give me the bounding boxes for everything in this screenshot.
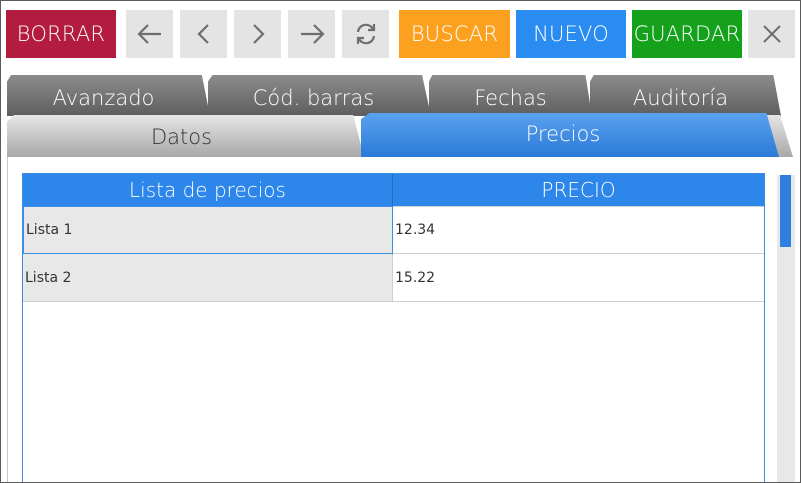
- guardar-button[interactable]: GUARDAR: [632, 10, 742, 58]
- refresh-icon: [354, 22, 378, 46]
- tab-auditoria[interactable]: Auditoría: [590, 75, 781, 116]
- tab-label: Auditoría: [632, 85, 729, 110]
- tab-label: Precios: [525, 122, 601, 146]
- close-icon: [762, 24, 782, 44]
- cell-precio[interactable]: 15.22: [393, 254, 764, 302]
- tab-fechas[interactable]: Fechas: [429, 75, 592, 116]
- refresh-button[interactable]: [342, 10, 389, 58]
- next-record-button[interactable]: [234, 10, 281, 58]
- scrollbar-thumb[interactable]: [780, 175, 791, 247]
- tab-label: Fechas: [474, 85, 547, 110]
- cell-lista[interactable]: Lista 1: [23, 206, 393, 254]
- chevron-left-icon: [196, 23, 212, 45]
- tab-content-precios: Lista de precios PRECIO Lista 1 12.34 Li…: [7, 157, 796, 482]
- borrar-button[interactable]: BORRAR: [6, 10, 116, 58]
- cell-precio[interactable]: 12.34: [393, 206, 764, 254]
- buscar-button[interactable]: BUSCAR: [399, 10, 510, 58]
- first-record-button[interactable]: [126, 10, 173, 58]
- price-list-grid: Lista de precios PRECIO Lista 1 12.34 Li…: [22, 173, 765, 482]
- tab-cod-barras[interactable]: Cód. barras: [208, 75, 431, 116]
- chevron-right-icon: [250, 23, 266, 45]
- vertical-scrollbar[interactable]: [777, 175, 795, 482]
- borrar-label: BORRAR: [16, 22, 106, 46]
- buscar-label: BUSCAR: [410, 22, 499, 46]
- table-row[interactable]: Lista 2 15.22: [23, 254, 764, 302]
- guardar-label: GUARDAR: [633, 22, 741, 46]
- tab-precios[interactable]: Precios: [361, 113, 779, 157]
- tab-avanzado[interactable]: Avanzado: [7, 75, 210, 116]
- close-button[interactable]: [748, 10, 795, 58]
- nuevo-button[interactable]: NUEVO: [516, 10, 626, 58]
- tab-datos[interactable]: Datos: [7, 115, 364, 157]
- window-frame: BORRAR BUSCAR NUEVO GUARDAR Avanzado Cód…: [0, 0, 801, 483]
- last-record-button[interactable]: [288, 10, 335, 58]
- column-header-label: PRECIO: [541, 178, 616, 202]
- column-header-lista[interactable]: Lista de precios: [23, 174, 393, 206]
- nuevo-label: NUEVO: [533, 22, 609, 46]
- previous-record-button[interactable]: [180, 10, 227, 58]
- arrow-left-icon: [136, 23, 163, 45]
- table-row[interactable]: Lista 1 12.34: [23, 206, 764, 254]
- arrow-right-icon: [299, 23, 325, 45]
- tab-label: Cód. barras: [252, 85, 375, 110]
- tab-label: Avanzado: [52, 85, 155, 110]
- column-header-precio[interactable]: PRECIO: [393, 174, 764, 206]
- tab-label: Datos: [150, 125, 213, 149]
- column-header-label: Lista de precios: [129, 178, 286, 202]
- cell-lista[interactable]: Lista 2: [23, 254, 393, 302]
